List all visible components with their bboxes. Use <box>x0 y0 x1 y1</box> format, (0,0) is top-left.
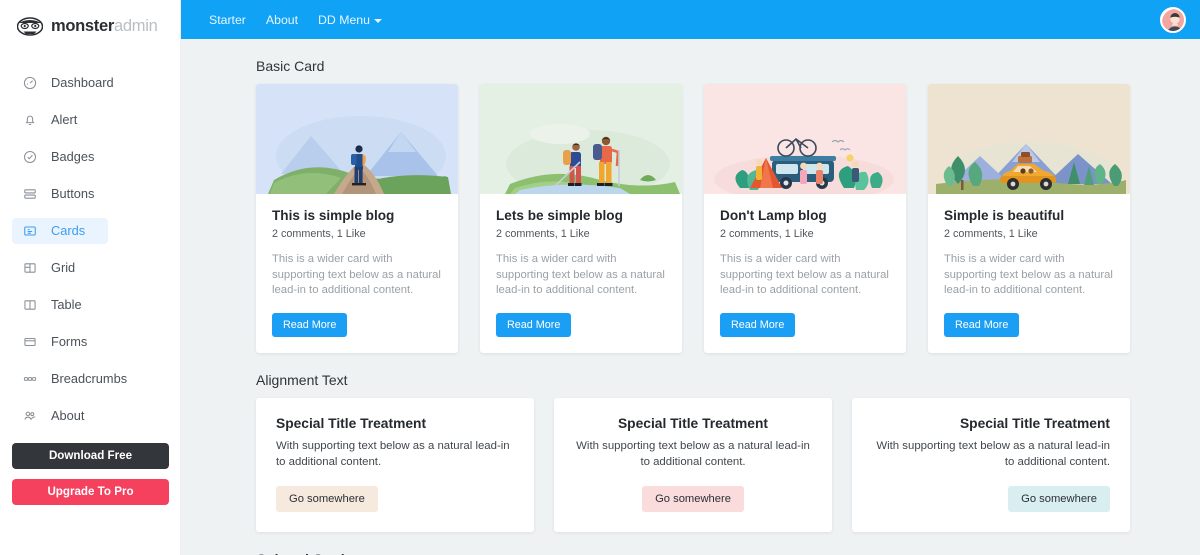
user-avatar-icon[interactable] <box>1160 6 1186 33</box>
basic-card: Don't Lamp blog 2 comments, 1 Like This … <box>704 84 906 353</box>
sidebar-item-badges[interactable]: Badges <box>0 138 180 175</box>
basic-card-text: This is a wider card with supporting tex… <box>720 253 889 296</box>
read-more-button[interactable]: Read More <box>496 312 572 337</box>
download-free-button[interactable]: Download Free <box>12 443 169 469</box>
sidebar-item-label: About <box>51 408 85 423</box>
basic-card-text: This is a wider card with supporting tex… <box>272 253 441 296</box>
sidebar-item-table[interactable]: Table <box>0 286 180 323</box>
brand-logo-area[interactable]: monsteradmin <box>0 0 180 40</box>
sidebar-item-label: Cards <box>51 223 86 238</box>
colored-card-section-title: Colored Card <box>181 532 1200 555</box>
nav-link-about[interactable]: About <box>266 13 298 27</box>
sidebar-item-label: Dashboard <box>51 75 114 90</box>
basic-card-body: Don't Lamp blog 2 comments, 1 Like This … <box>704 194 906 353</box>
sidebar-item-cards[interactable]: Cards <box>0 212 180 249</box>
basic-card-body: Simple is beautiful 2 comments, 1 Like T… <box>928 194 1130 353</box>
read-more-button[interactable]: Read More <box>944 312 1020 337</box>
page-content: Basic Card This is simple blog 2 comment… <box>181 39 1200 555</box>
brand-bold: monster <box>51 17 114 35</box>
alignment-card-text: With supporting text below as a natural … <box>276 439 510 468</box>
alignment-card-center: Special Title Treatment With supporting … <box>554 397 832 532</box>
go-somewhere-button[interactable]: Go somewhere <box>276 485 378 512</box>
hiker-mountain-illustration <box>256 84 458 196</box>
sidebar-item-label: Buttons <box>51 186 95 201</box>
alignment-card-title: Special Title Treatment <box>276 415 427 431</box>
sidebar-item-dashboard[interactable]: Dashboard <box>0 64 180 101</box>
chevron-down-icon <box>374 18 382 23</box>
card-icon <box>22 223 37 238</box>
main-area: Starter About DD Menu Basic Card This is… <box>181 0 1200 555</box>
nav-link-label: DD Menu <box>318 12 370 27</box>
sidebar-item-breadcrumbs[interactable]: Breadcrumbs <box>0 360 180 397</box>
sidebar-item-label: Breadcrumbs <box>51 371 128 386</box>
basic-card-text: This is a wider card with supporting tex… <box>944 253 1113 296</box>
nav-link-starter[interactable]: Starter <box>209 13 246 27</box>
read-more-button[interactable]: Read More <box>272 312 348 337</box>
grid-icon <box>22 260 37 275</box>
table-icon <box>22 297 37 312</box>
app-root: monsteradmin Dashboard Alert Badges Butt… <box>0 0 1200 555</box>
topbar-right <box>1160 6 1186 33</box>
form-icon <box>22 334 37 349</box>
basic-card-title: This is simple blog <box>272 208 395 223</box>
two-hikers-illustration <box>480 84 682 198</box>
go-somewhere-button[interactable]: Go somewhere <box>1008 485 1110 512</box>
camping-van-tent-illustration <box>704 84 906 203</box>
alignment-card-right: Special Title Treatment With supporting … <box>852 397 1130 532</box>
sidebar-item-label: Grid <box>51 260 76 275</box>
sidebar-item-buttons[interactable]: Buttons <box>0 175 180 212</box>
breadcrumb-icon <box>22 371 37 386</box>
basic-card-meta: 2 comments, 1 Like <box>272 228 366 240</box>
basic-card: Lets be simple blog 2 comments, 1 Like T… <box>480 84 682 353</box>
people-icon <box>22 408 37 423</box>
sidebar-item-about[interactable]: About <box>0 397 180 434</box>
sidebar-item-label: Forms <box>51 334 88 349</box>
alignment-section-title: Alignment Text <box>256 371 348 388</box>
basic-cards-row: This is simple blog 2 comments, 1 Like T… <box>181 84 1200 353</box>
brand-title: monsteradmin <box>51 17 158 36</box>
sidebar: monsteradmin Dashboard Alert Badges Butt… <box>0 0 181 555</box>
basic-card-title: Don't Lamp blog <box>720 208 827 223</box>
top-navbar: Starter About DD Menu <box>181 0 1200 39</box>
nav-link-label: Starter <box>209 12 246 27</box>
page-title: Basic Card <box>256 58 325 74</box>
sidebar-nav: Dashboard Alert Badges Buttons Cards Gri… <box>0 64 180 434</box>
basic-card-meta: 2 comments, 1 Like <box>944 228 1038 240</box>
sidebar-item-alert[interactable]: Alert <box>0 101 180 138</box>
bell-icon <box>22 112 37 127</box>
brand-light: admin <box>114 17 158 35</box>
basic-card: Simple is beautiful 2 comments, 1 Like T… <box>928 84 1130 353</box>
basic-card-title: Lets be simple blog <box>496 208 623 223</box>
alignment-cards-row: Special Title Treatment With supporting … <box>181 397 1200 532</box>
alignment-card-text: With supporting text below as a natural … <box>876 439 1110 468</box>
alignment-card-title: Special Title Treatment <box>959 415 1110 431</box>
sidebar-cta-buttons: Download Free Upgrade To Pro <box>12 443 169 505</box>
sidebar-item-label: Badges <box>51 149 95 164</box>
monster-face-icon <box>16 16 44 37</box>
sidebar-item-grid[interactable]: Grid <box>0 249 180 286</box>
alignment-card-left: Special Title Treatment With supporting … <box>256 397 534 532</box>
top-nav-links: Starter About DD Menu <box>209 13 382 27</box>
alignment-card-text: With supporting text below as a natural … <box>576 439 810 468</box>
road-trip-car-illustration <box>928 84 1130 210</box>
upgrade-to-pro-button[interactable]: Upgrade To Pro <box>12 479 169 505</box>
stack-icon <box>22 186 37 201</box>
sidebar-item-label: Alert <box>51 112 78 127</box>
basic-card-meta: 2 comments, 1 Like <box>720 228 814 240</box>
basic-card-meta: 2 comments, 1 Like <box>496 228 590 240</box>
alignment-card-title: Special Title Treatment <box>617 415 769 431</box>
nav-link-dd-menu[interactable]: DD Menu <box>318 13 382 27</box>
basic-card-body: This is simple blog 2 comments, 1 Like T… <box>256 194 458 353</box>
basic-card: This is simple blog 2 comments, 1 Like T… <box>256 84 458 353</box>
sidebar-item-forms[interactable]: Forms <box>0 323 180 360</box>
go-somewhere-button[interactable]: Go somewhere <box>642 485 744 512</box>
speedometer-icon <box>22 75 37 90</box>
basic-card-title: Simple is beautiful <box>944 208 1065 223</box>
sidebar-item-label: Table <box>51 297 82 312</box>
read-more-button[interactable]: Read More <box>720 312 796 337</box>
basic-card-text: This is a wider card with supporting tex… <box>496 253 665 296</box>
nav-link-label: About <box>265 12 299 27</box>
basic-card-body: Lets be simple blog 2 comments, 1 Like T… <box>480 194 682 353</box>
check-circle-icon <box>22 149 37 164</box>
